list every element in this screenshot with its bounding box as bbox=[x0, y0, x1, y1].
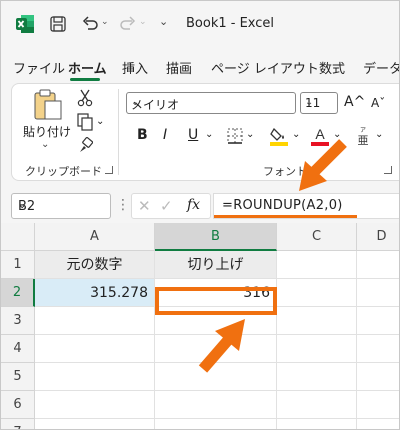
column-header-a[interactable]: A bbox=[35, 223, 155, 251]
undo-dropdown-icon[interactable]: ⌄ bbox=[101, 17, 109, 27]
cell-a2[interactable]: 315.278 bbox=[35, 279, 155, 307]
paste-dropdown-icon[interactable]: ⌄ bbox=[41, 139, 49, 150]
cell-c4[interactable] bbox=[277, 335, 357, 363]
enter-icon[interactable]: ✓ bbox=[160, 197, 173, 215]
svg-text:亜: 亜 bbox=[358, 134, 369, 147]
ribbon-tabs: ファイル ホーム 挿入 描画 ページ レイアウト 数式 データ bbox=[1, 53, 399, 81]
cell-a4[interactable] bbox=[35, 335, 155, 363]
cell-a3[interactable] bbox=[35, 307, 155, 335]
cell-a7[interactable] bbox=[35, 419, 155, 429]
copy-dropdown-icon[interactable]: ⌄ bbox=[96, 116, 104, 127]
cell-a6[interactable] bbox=[35, 391, 155, 419]
row-header-4[interactable]: 4 bbox=[1, 335, 35, 363]
cut-icon[interactable] bbox=[77, 89, 93, 107]
bold-button[interactable]: B bbox=[137, 127, 148, 143]
select-all-corner[interactable] bbox=[1, 223, 35, 251]
cell-d7[interactable] bbox=[357, 419, 399, 429]
font-name-select[interactable]: メイリオ ⌄ bbox=[126, 92, 296, 114]
italic-button[interactable]: I bbox=[163, 127, 167, 143]
customize-qat-icon[interactable]: ⌄ bbox=[159, 15, 168, 28]
row-header-1[interactable]: 1 bbox=[1, 251, 35, 279]
group-divider bbox=[118, 89, 119, 175]
tab-data[interactable]: データ bbox=[363, 58, 399, 77]
cell-d3[interactable] bbox=[357, 307, 399, 335]
tab-home[interactable]: ホーム bbox=[68, 58, 107, 77]
tab-formulas[interactable]: 数式 bbox=[319, 58, 345, 77]
tab-page-layout[interactable]: ページ レイアウト bbox=[211, 58, 319, 77]
cell-c6[interactable] bbox=[277, 391, 357, 419]
cell-c3[interactable] bbox=[277, 307, 357, 335]
shrink-font-icon[interactable]: Aˇ bbox=[371, 96, 385, 110]
svg-text:ア: ア bbox=[360, 127, 366, 134]
borders-icon[interactable] bbox=[226, 127, 244, 145]
redo-dropdown-icon[interactable]: ⌄ bbox=[139, 17, 147, 27]
cell-d6[interactable] bbox=[357, 391, 399, 419]
underline-dropdown-icon[interactable]: ⌄ bbox=[205, 129, 213, 140]
fill-color-icon[interactable] bbox=[269, 125, 289, 147]
clipboard-launcher-icon[interactable] bbox=[105, 166, 113, 174]
cell-b6[interactable] bbox=[155, 391, 277, 419]
column-header-c[interactable]: C bbox=[277, 223, 357, 251]
clipboard-group-label: クリップボード bbox=[25, 165, 102, 178]
cell-b2-highlight-box bbox=[155, 287, 277, 315]
arrow-to-formula-icon bbox=[299, 139, 347, 191]
excel-window: ⌄ ⌄ ⌄ Book1 - Excel ファイル ホーム 挿入 描画 ページ レ… bbox=[0, 0, 400, 430]
insert-function-button[interactable]: fx bbox=[187, 197, 200, 213]
cell-a1[interactable]: 元の数字 bbox=[35, 251, 155, 279]
paste-label[interactable]: 貼り付け bbox=[23, 123, 71, 140]
paste-icon[interactable] bbox=[31, 89, 65, 121]
row-header-6[interactable]: 6 bbox=[1, 391, 35, 419]
column-header-d[interactable]: D bbox=[357, 223, 399, 251]
underline-button[interactable]: U bbox=[188, 127, 198, 143]
cell-d2[interactable] bbox=[357, 279, 399, 307]
formula-bar-drag-handle-icon[interactable]: ⋮ bbox=[116, 197, 130, 213]
save-icon[interactable] bbox=[49, 15, 67, 33]
chevron-down-icon: ⌄ bbox=[18, 200, 27, 211]
arrow-to-result-icon bbox=[198, 319, 245, 373]
window-title: Book1 - Excel bbox=[186, 16, 275, 31]
formula-highlight-underline bbox=[214, 215, 357, 218]
cell-b1[interactable]: 切り上げ bbox=[155, 251, 277, 279]
cell-a5[interactable] bbox=[35, 363, 155, 391]
phonetic-dropdown-icon[interactable]: ⌄ bbox=[375, 129, 383, 140]
phonetic-guide-icon[interactable]: ア 亜 bbox=[353, 125, 373, 147]
cell-d1[interactable] bbox=[357, 251, 399, 279]
cell-c2[interactable] bbox=[277, 279, 357, 307]
grow-font-icon[interactable]: A^ bbox=[344, 94, 365, 110]
name-box[interactable]: B2 ⌄ bbox=[11, 193, 111, 219]
column-header-b[interactable]: B bbox=[155, 223, 277, 251]
cancel-icon[interactable]: ✕ bbox=[138, 197, 151, 215]
cell-c7[interactable] bbox=[277, 419, 357, 429]
undo-icon[interactable] bbox=[81, 15, 99, 33]
copy-icon[interactable] bbox=[77, 113, 93, 131]
borders-dropdown-icon[interactable]: ⌄ bbox=[246, 129, 254, 140]
cell-d4[interactable] bbox=[357, 335, 399, 363]
format-painter-icon[interactable] bbox=[77, 137, 93, 153]
row-header-2[interactable]: 2 bbox=[1, 279, 35, 307]
formula-text: =ROUNDUP(A2,0) bbox=[222, 198, 343, 213]
row-header-3[interactable]: 3 bbox=[1, 307, 35, 335]
formula-buttons: ✕ ✓ fx bbox=[131, 193, 211, 219]
title-bar: ⌄ ⌄ ⌄ Book1 - Excel bbox=[1, 1, 399, 49]
cell-d5[interactable] bbox=[357, 363, 399, 391]
active-tab-indicator bbox=[70, 78, 100, 81]
cell-c5[interactable] bbox=[277, 363, 357, 391]
chevron-down-icon: ⌄ bbox=[305, 97, 314, 108]
excel-logo-icon bbox=[16, 15, 34, 33]
font-launcher-icon[interactable] bbox=[384, 166, 392, 174]
tab-draw[interactable]: 描画 bbox=[166, 58, 192, 77]
row-header-7[interactable]: 7 bbox=[1, 419, 35, 429]
row-header-5[interactable]: 5 bbox=[1, 363, 35, 391]
tab-insert[interactable]: 挿入 bbox=[122, 58, 148, 77]
font-size-select[interactable]: 11 ⌄ bbox=[300, 92, 338, 114]
chevron-down-icon: ⌄ bbox=[131, 97, 140, 108]
cell-b7[interactable] bbox=[155, 419, 277, 429]
tab-file[interactable]: ファイル bbox=[13, 58, 65, 77]
redo-icon[interactable] bbox=[119, 15, 137, 33]
cell-c1[interactable] bbox=[277, 251, 357, 279]
